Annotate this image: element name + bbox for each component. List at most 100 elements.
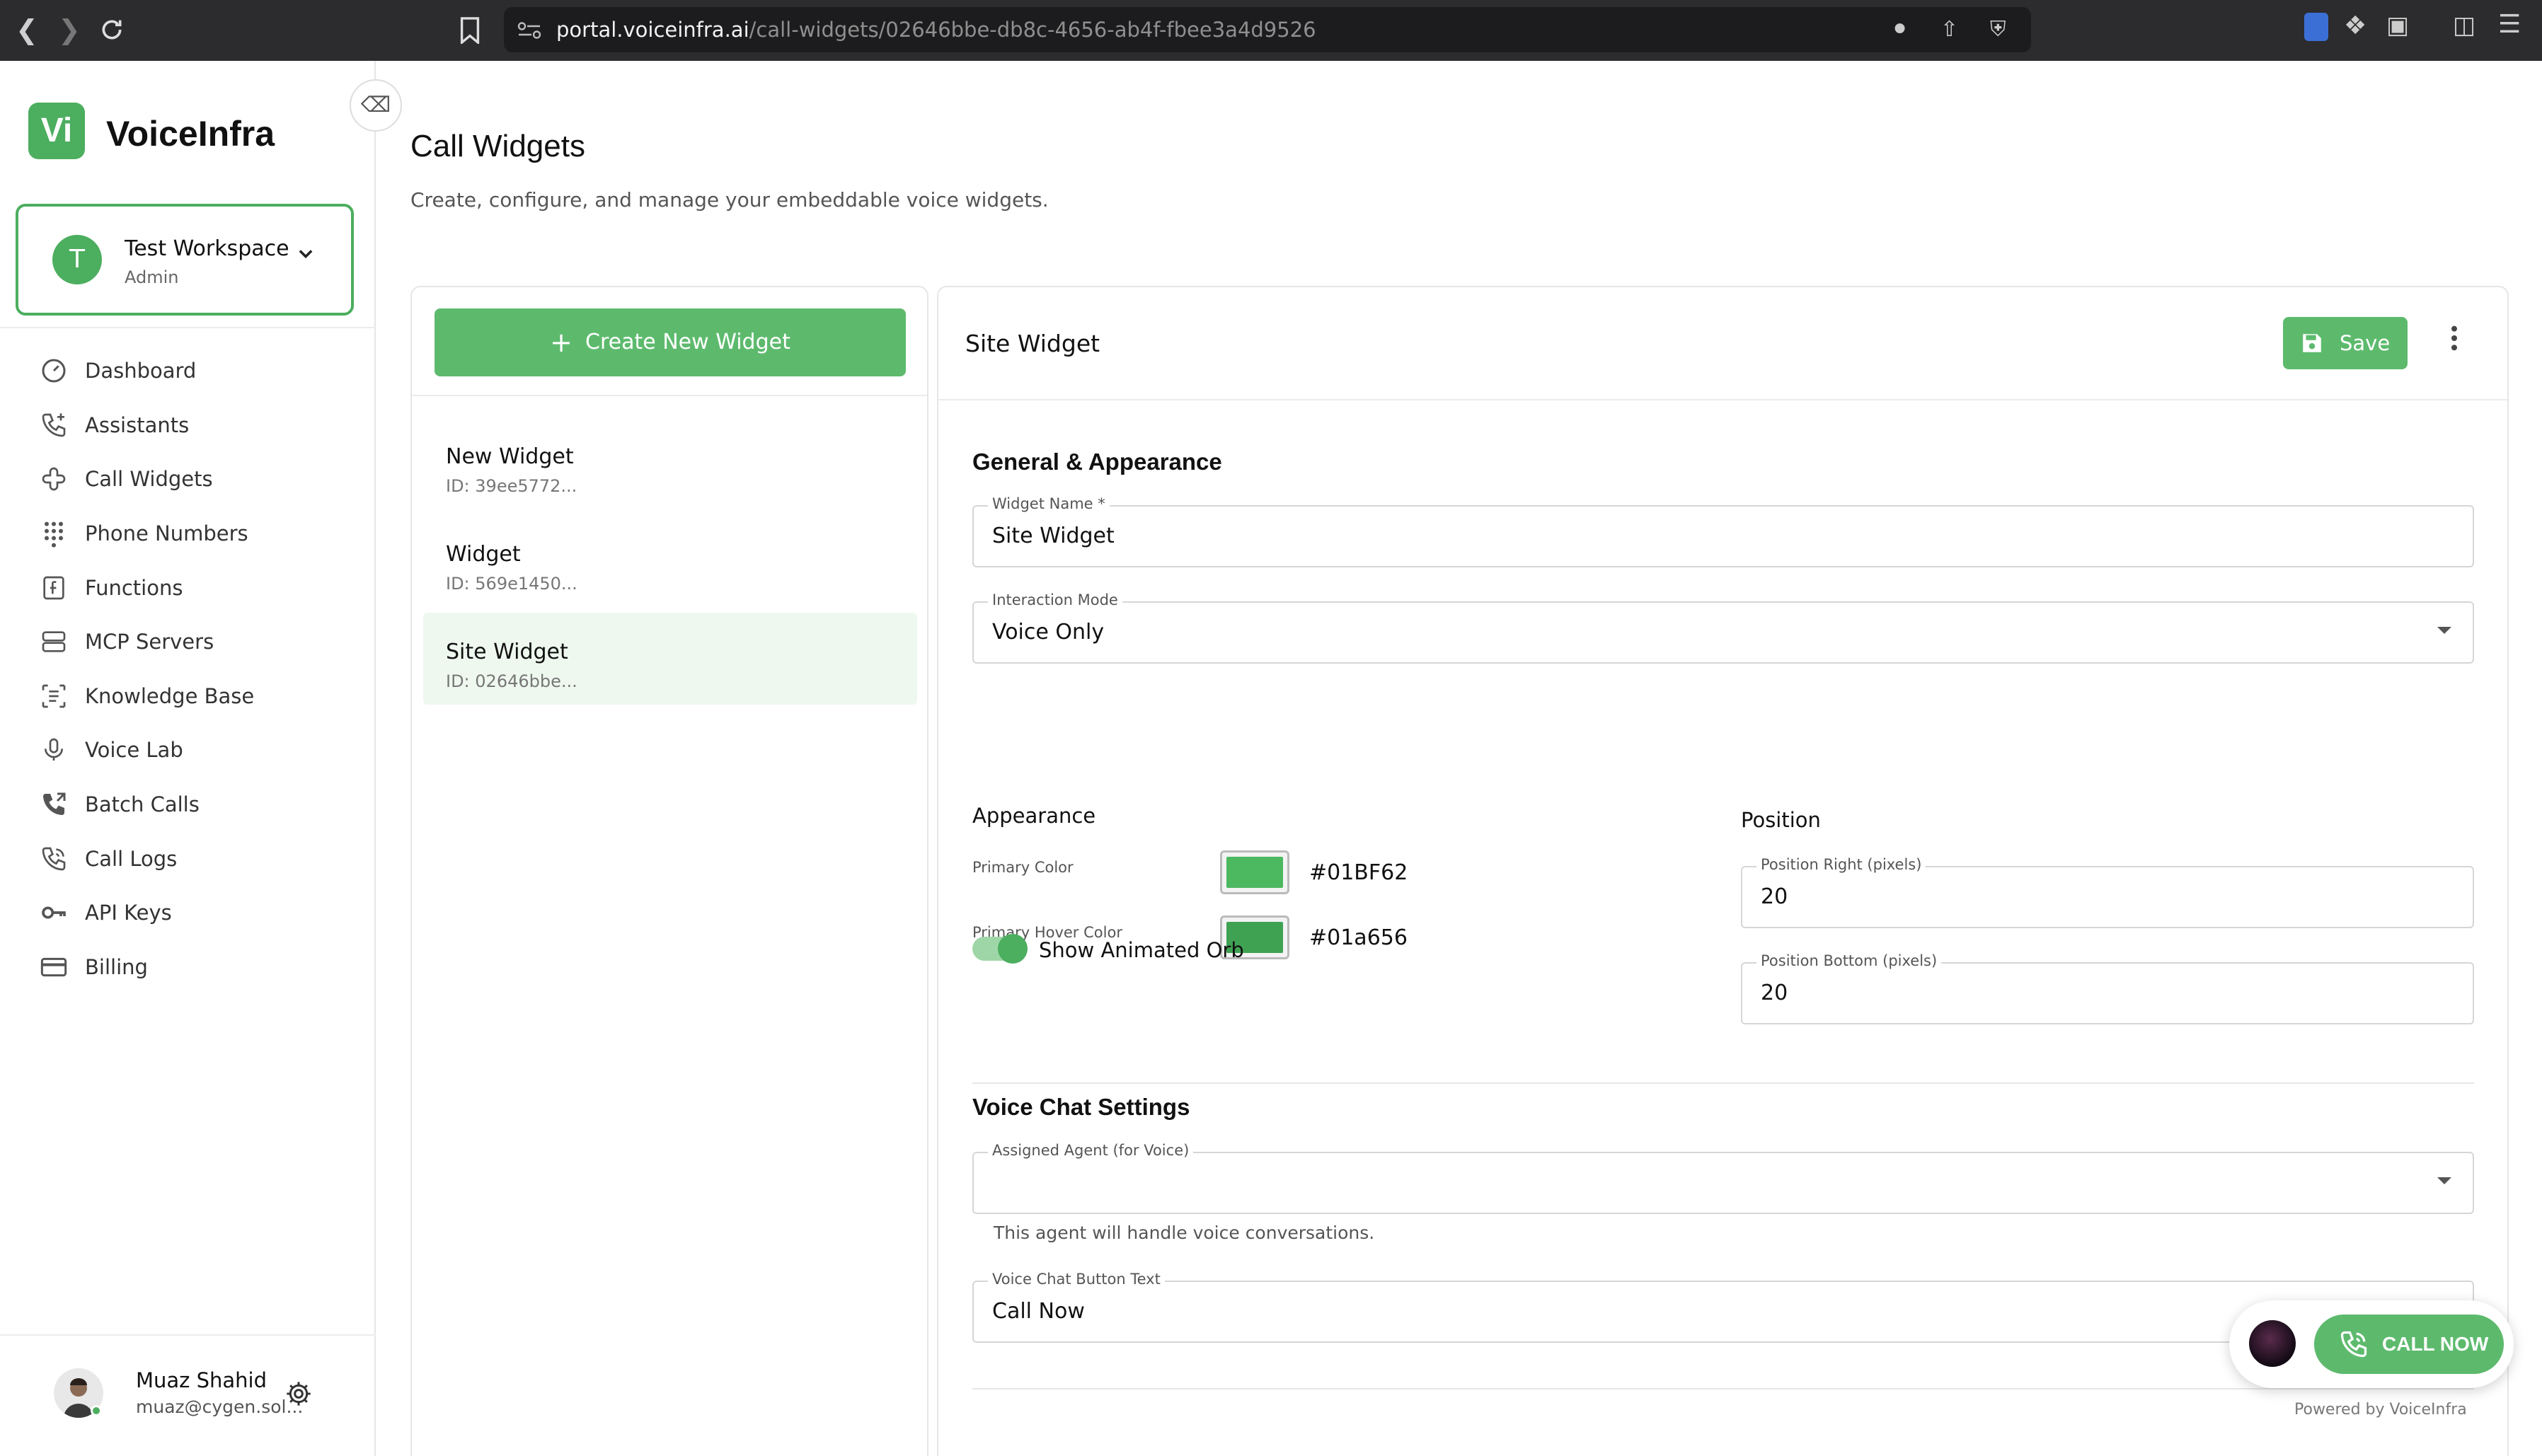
main-content: Call Widgets Create, configure, and mana… xyxy=(377,61,2542,1456)
microphone-icon xyxy=(45,739,63,761)
sidebar-item-label: Dashboard xyxy=(85,359,197,383)
widget-editor-panel: Site Widget Save General & Appearance Wi… xyxy=(937,286,2509,1456)
section-heading-voice: Voice Chat Settings xyxy=(972,1094,1190,1120)
save-icon xyxy=(2303,334,2321,352)
bookmark-icon[interactable] xyxy=(459,17,481,44)
sidebar-item-label: Call Widgets xyxy=(85,467,213,492)
brand-logo: Vi xyxy=(28,103,85,159)
online-status-indicator xyxy=(91,1405,102,1416)
divider xyxy=(972,1082,2474,1084)
share-icon[interactable]: ⇧ xyxy=(1940,7,1958,52)
sidebar-item-dashboard[interactable]: Dashboard xyxy=(0,344,376,398)
back-icon[interactable]: ❮ xyxy=(16,14,38,45)
plus-icon: + xyxy=(550,327,573,358)
divider xyxy=(972,1388,2474,1389)
sidebar-item-label: Knowledge Base xyxy=(85,683,255,708)
more-options-icon[interactable] xyxy=(2449,324,2460,352)
call-now-button[interactable]: CALL NOW xyxy=(2314,1315,2504,1374)
animated-orb-toggle[interactable] xyxy=(972,934,1028,964)
animated-orb-label: Show Animated Orb xyxy=(1039,938,1244,962)
extensions-icon[interactable]: ❖ xyxy=(2344,11,2366,40)
document-icon xyxy=(42,684,66,708)
interaction-mode-select[interactable]: Interaction Mode Voice Only xyxy=(972,591,2474,664)
sidebar-item-label: Billing xyxy=(85,954,148,979)
save-label: Save xyxy=(2340,331,2391,355)
sidebar-item-mcp-servers[interactable]: MCP Servers xyxy=(0,615,376,669)
call-log-icon xyxy=(42,847,66,870)
settings-gear-icon[interactable] xyxy=(284,1380,313,1408)
position-right-field[interactable]: Position Right (pixels) 20 xyxy=(1741,856,2474,928)
sidebar-item-phone-numbers[interactable]: Phone Numbers xyxy=(0,507,376,561)
batch-call-icon xyxy=(43,792,66,816)
dialpad-icon xyxy=(45,521,63,548)
page-title: Call Widgets xyxy=(410,129,585,163)
sidebar-item-voice-lab[interactable]: Voice Lab xyxy=(0,723,376,778)
url-host: portal.voiceinfra.ai xyxy=(556,18,749,42)
site-settings-icon[interactable] xyxy=(517,21,542,40)
phone-icon xyxy=(2340,1331,2367,1358)
sidebar-toggle-icon[interactable]: ◫ xyxy=(2453,11,2475,40)
sidebar-item-label: Phone Numbers xyxy=(85,521,248,546)
widget-name: Widget xyxy=(446,542,521,567)
sidebar-item-knowledge-base[interactable]: Knowledge Base xyxy=(0,669,376,724)
widget-id: ID: 39ee5772... xyxy=(446,476,577,496)
dashboard-icon xyxy=(42,359,66,383)
reader-icon[interactable]: ▣ xyxy=(2386,11,2409,40)
field-value: 20 xyxy=(1761,884,1788,909)
sidebar-item-billing[interactable]: Billing xyxy=(0,940,376,995)
url-path: /call-widgets/02646bbe-db8c-4656-ab4f-fb… xyxy=(749,18,1316,42)
appearance-heading: Appearance xyxy=(972,804,1096,828)
sidebar-item-label: API Keys xyxy=(85,901,172,925)
position-bottom-field[interactable]: Position Bottom (pixels) 20 xyxy=(1741,952,2474,1024)
sidebar-item-call-widgets[interactable]: Call Widgets xyxy=(0,452,376,507)
create-widget-label: Create New Widget xyxy=(585,330,790,354)
field-value: Voice Only xyxy=(992,620,1105,645)
widget-name-field[interactable]: Widget Name * Site Widget xyxy=(972,495,2474,567)
brand-name: VoiceInfra xyxy=(106,114,275,154)
page-subtitle: Create, configure, and manage your embed… xyxy=(410,188,1049,212)
sidebar-menu: Dashboard Assistants Call Widgets Phone … xyxy=(0,344,376,994)
sidebar-item-batch-calls[interactable]: Batch Calls xyxy=(0,778,376,832)
widget-list-item[interactable]: Widget ID: 569e1450... xyxy=(423,515,917,607)
user-email: muaz@cygen.sol... xyxy=(136,1397,304,1417)
field-value: Site Widget xyxy=(992,524,1115,548)
divider xyxy=(0,327,376,328)
key-icon[interactable]: ⚫ xyxy=(1891,7,1909,52)
reload-icon[interactable] xyxy=(98,16,126,44)
sidebar-item-functions[interactable]: Functions xyxy=(0,560,376,615)
toggle-knob xyxy=(998,934,1028,964)
sidebar-item-assistants[interactable]: Assistants xyxy=(0,398,376,453)
field-label: Interaction Mode xyxy=(988,591,1122,608)
section-heading-general: General & Appearance xyxy=(972,449,1222,475)
brave-shield-icon[interactable]: ⛨ xyxy=(1990,7,2006,52)
divider xyxy=(412,395,927,396)
call-widget-preview: CALL NOW xyxy=(2229,1300,2514,1388)
address-bar[interactable]: portal.voiceinfra.ai/call-widgets/02646b… xyxy=(504,7,2031,52)
workspace-role: Admin xyxy=(125,267,179,287)
menu-icon[interactable]: ☰ xyxy=(2498,10,2521,39)
save-button[interactable]: Save xyxy=(2283,317,2408,369)
widget-name: Site Widget xyxy=(446,640,568,664)
primary-color-value: #01BF62 xyxy=(1309,860,1408,885)
key-icon xyxy=(42,906,66,919)
field-label: Assigned Agent (for Voice) xyxy=(988,1142,1194,1159)
workspace-selector[interactable]: T Test Workspace Admin xyxy=(16,204,354,316)
field-label: Voice Chat Button Text xyxy=(988,1271,1165,1288)
forward-icon[interactable]: ❯ xyxy=(58,14,81,45)
animated-orb xyxy=(2249,1320,2296,1367)
primary-color-swatch[interactable] xyxy=(1220,850,1289,894)
function-icon xyxy=(43,576,64,600)
sidebar-item-label: Functions xyxy=(85,575,183,600)
hover-color-value: #01a656 xyxy=(1309,925,1408,950)
user-profile[interactable]: Muaz Shahid muaz@cygen.sol... xyxy=(0,1334,376,1456)
call-now-label: CALL NOW xyxy=(2382,1333,2489,1355)
assigned-agent-select[interactable]: Assigned Agent (for Voice) xyxy=(972,1142,2474,1214)
sidebar-item-call-logs[interactable]: Call Logs xyxy=(0,831,376,886)
sidebar-item-api-keys[interactable]: API Keys xyxy=(0,886,376,940)
widget-list-item-selected[interactable]: Site Widget ID: 02646bbe... xyxy=(423,613,917,705)
widget-list-item[interactable]: New Widget ID: 39ee5772... xyxy=(423,417,917,509)
create-widget-button[interactable]: + Create New Widget xyxy=(435,308,906,376)
extension-badge-icon[interactable] xyxy=(2304,13,2328,41)
sidebar-item-label: Call Logs xyxy=(85,846,178,871)
workspace-avatar: T xyxy=(52,235,102,284)
